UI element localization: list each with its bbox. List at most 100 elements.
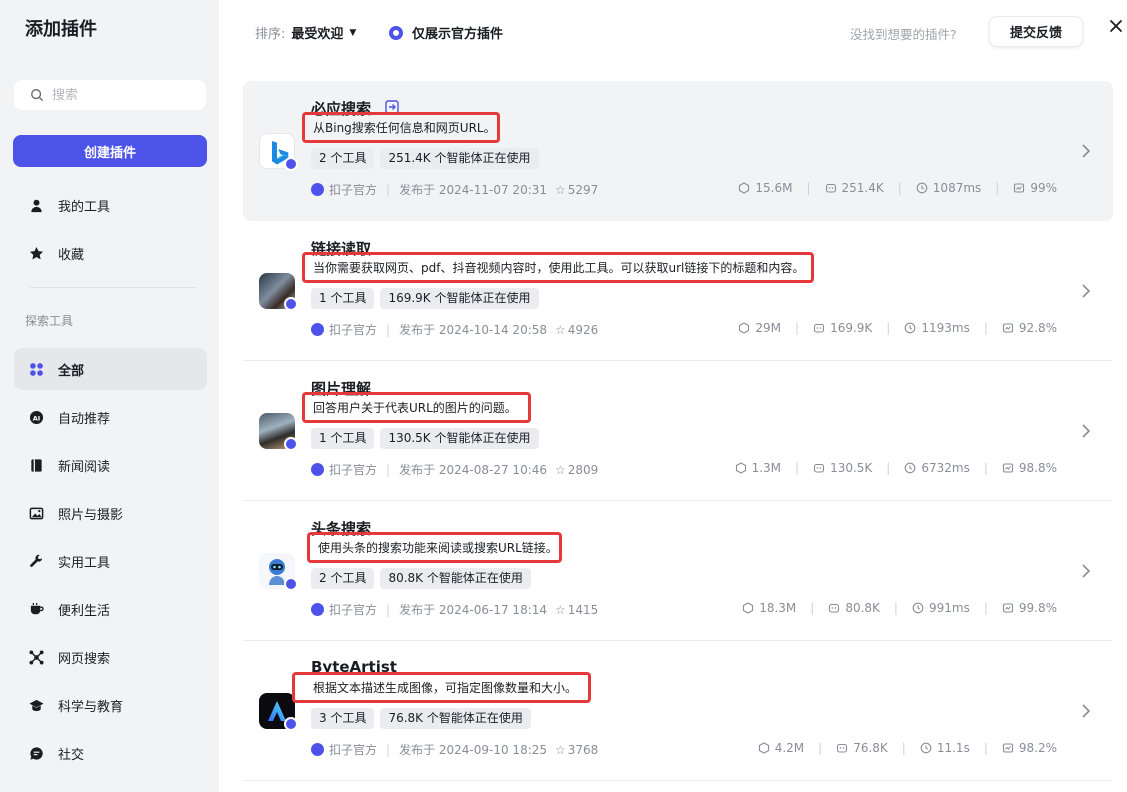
plugin-stats: 18.3M | 80.8K | 991ms | 99.8% (742, 601, 1057, 615)
submit-feedback-button[interactable]: 提交反馈 (989, 16, 1083, 47)
tools-count-tag: 1 个工具 (311, 428, 375, 449)
user-icon (28, 197, 44, 213)
category-utilities[interactable]: 实用工具 (14, 540, 207, 582)
plugin-card-bing[interactable]: 必应搜索 从Bing搜索任何信息和网页URL。 2 个工具 251.4K 个智能… (243, 81, 1113, 221)
category-photo[interactable]: 照片与摄影 (14, 492, 207, 534)
plugin-meta: 扣子官方 | 发布于 2024-08-27 10:46 ☆ 2809 (311, 461, 598, 478)
create-plugin-button[interactable]: 创建插件 (13, 135, 207, 167)
publisher-icon (311, 463, 324, 476)
category-label: 新闻阅读 (58, 459, 111, 475)
usage-tag: 80.8K 个智能体正在使用 (380, 568, 531, 589)
star-count: 4926 (567, 322, 599, 337)
tools-count-tag: 2 个工具 (311, 568, 375, 589)
star-outline-icon: ☆ (555, 602, 566, 617)
success-rate-icon (1014, 183, 1025, 193)
calls-count: 15.6M (755, 181, 793, 195)
plugin-tags: 2 个工具 80.8K 个智能体正在使用 (311, 568, 531, 589)
publisher-name: 扣子官方 (329, 463, 378, 477)
publish-date: 发布于 2024-10-14 20:58 (399, 323, 548, 337)
nav-my-tools-label: 我的工具 (58, 199, 111, 215)
publisher-name: 扣子官方 (329, 323, 378, 337)
search-input[interactable] (52, 87, 192, 103)
success-rate: 99% (1030, 181, 1057, 195)
success-rate: 98.2% (1018, 741, 1057, 755)
bot-icon (814, 323, 825, 333)
bots-count: 130.5K (830, 461, 873, 475)
nav-my-tools[interactable]: 我的工具 (14, 184, 207, 226)
cube-icon (739, 182, 750, 194)
category-news[interactable]: 新闻阅读 (14, 444, 207, 486)
feedback-hint: 没找到想要的插件? (850, 27, 957, 42)
plugin-card-toutiao-search[interactable]: 头条搜索 使用头条的搜索功能来阅读或搜索URL链接。 2 个工具 80.8K 个… (243, 501, 1113, 641)
description-highlight: 使用头条的搜索功能来阅读或搜索URL链接。 (307, 532, 562, 563)
category-label: 科学与教育 (58, 699, 124, 715)
card-divider (243, 780, 1113, 781)
nav-favorites[interactable]: 收藏 (14, 232, 207, 274)
chevron-right-icon[interactable] (1081, 703, 1091, 719)
calls-count: 18.3M (759, 601, 797, 615)
bot-icon (825, 183, 836, 193)
close-icon[interactable] (1108, 18, 1124, 34)
search-icon (31, 89, 43, 101)
tools-count-tag: 2 个工具 (311, 148, 375, 169)
chevron-right-icon[interactable] (1081, 283, 1091, 299)
bots-count: 76.8K (853, 741, 888, 755)
category-label: 网页搜索 (58, 651, 111, 667)
plugin-meta: 扣子官方 | 发布于 2024-06-17 18:14 ☆ 1415 (311, 601, 598, 618)
publish-date: 发布于 2024-08-27 10:46 (399, 463, 548, 477)
category-social[interactable]: 社交 (14, 732, 207, 774)
plugin-card-byteartist[interactable]: ByteArtist 根据文本描述生成图像，可指定图像数量和大小。 3 个工具 … (243, 641, 1113, 781)
official-badge-icon (284, 717, 298, 731)
success-rate: 98.8% (1018, 461, 1057, 475)
plugin-description: 使用头条的搜索功能来阅读或搜索URL链接。 (318, 541, 558, 555)
plugin-description: 从Bing搜索任何信息和网页URL。 (313, 121, 496, 135)
star-count: 2809 (567, 462, 599, 477)
plugin-stats: 1.3M | 130.5K | 6732ms | 98.8% (735, 461, 1057, 475)
tools-count-tag: 3 个工具 (311, 708, 375, 729)
chevron-right-icon[interactable] (1081, 423, 1091, 439)
publisher-icon (311, 183, 324, 196)
success-rate-icon (1002, 463, 1013, 473)
official-only-label: 仅展示官方插件 (412, 27, 504, 42)
bots-count: 80.8K (845, 601, 880, 615)
star-count: 3768 (567, 742, 599, 757)
category-label: 全部 (58, 363, 85, 379)
plugin-description: 当你需要获取网页、pdf、抖音视频内容时，使用此工具。可以获取url链接下的标题… (313, 261, 805, 275)
category-auto-recommend[interactable]: AI 自动推荐 (14, 396, 207, 438)
category-life[interactable]: 便利生活 (14, 588, 207, 630)
sort-label: 排序: (255, 27, 286, 42)
publish-date: 发布于 2024-06-17 18:14 (399, 603, 548, 617)
svg-text:AI: AI (32, 414, 40, 422)
cup-icon (28, 601, 44, 617)
book-icon (28, 457, 44, 473)
plugin-stats: 29M | 169.9K | 1193ms | 92.8% (738, 321, 1057, 335)
chevron-right-icon[interactable] (1081, 143, 1091, 159)
radio-selected-icon[interactable] (389, 25, 403, 40)
search-box[interactable] (14, 80, 206, 110)
category-all[interactable]: 全部 (14, 348, 207, 390)
category-science-education[interactable]: 科学与教育 (14, 684, 207, 726)
nav-favorites-label: 收藏 (58, 247, 85, 263)
latency: 1087ms (932, 181, 982, 195)
success-rate: 99.8% (1018, 601, 1057, 615)
category-label: 自动推荐 (58, 411, 111, 427)
plugin-card-image-understanding[interactable]: 图片理解 回答用户关于代表URL的图片的问题。 1 个工具 130.5K 个智能… (243, 361, 1113, 501)
latency: 991ms (928, 601, 970, 615)
clock-icon (904, 462, 916, 474)
plugin-description: 根据文本描述生成图像，可指定图像数量和大小。 (313, 681, 578, 695)
clock-icon (904, 322, 916, 334)
plugin-stats: 15.6M | 251.4K | 1087ms | 99% (738, 181, 1057, 195)
description-highlight: 当你需要获取网页、pdf、抖音视频内容时，使用此工具。可以获取url链接下的标题… (302, 252, 814, 283)
latency: 1193ms (921, 321, 970, 335)
success-rate-icon (1002, 603, 1013, 613)
publisher-name: 扣子官方 (329, 743, 378, 757)
description-highlight: 从Bing搜索任何信息和网页URL。 (302, 112, 500, 143)
official-only-toggle[interactable]: 仅展示官方插件 (389, 23, 503, 42)
chevron-right-icon[interactable] (1081, 563, 1091, 579)
category-label: 实用工具 (58, 555, 111, 571)
sort-dropdown[interactable]: 排序: 最受欢迎 ▼ (255, 23, 356, 42)
category-web-search[interactable]: 网页搜索 (14, 636, 207, 678)
publish-date: 发布于 2024-11-07 20:31 (399, 183, 548, 197)
plugin-card-link-reader[interactable]: 链接读取 当你需要获取网页、pdf、抖音视频内容时，使用此工具。可以获取url链… (243, 221, 1113, 361)
plugin-meta: 扣子官方 | 发布于 2024-10-14 20:58 ☆ 4926 (311, 321, 598, 338)
